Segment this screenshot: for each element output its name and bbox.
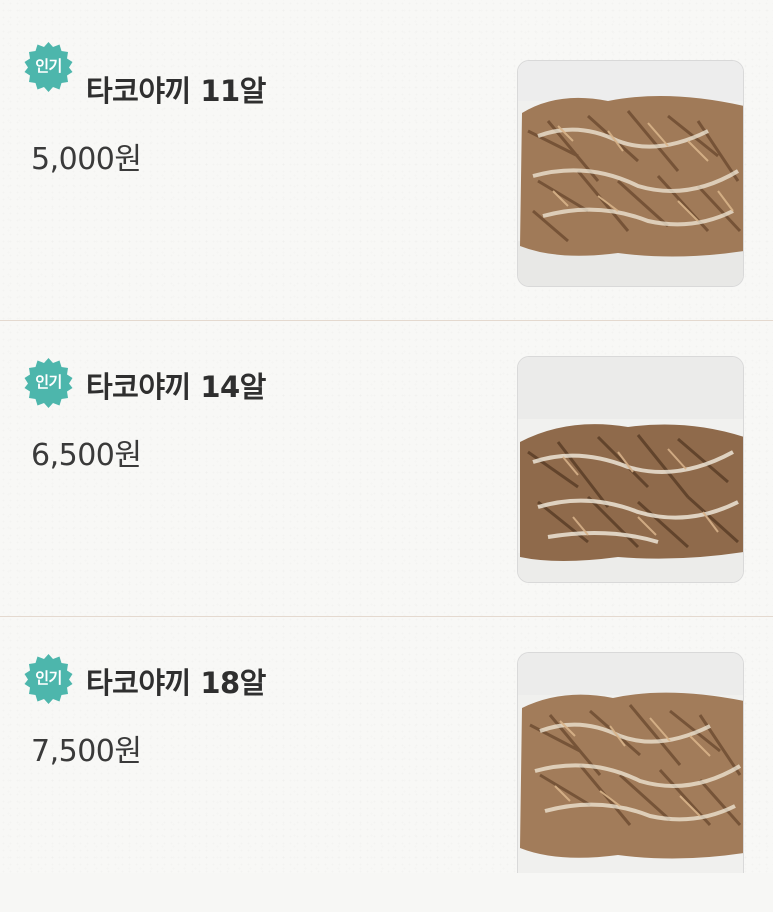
menu-item[interactable]: 인기 타코야끼 14알 6,500원: [0, 320, 773, 616]
takoyaki-photo[interactable]: [517, 60, 744, 287]
menu-list: 인기 타코야끼 11알 5,000원 인기 타코야끼 14알 6,500원 인기…: [0, 0, 773, 873]
popular-badge: 인기: [22, 40, 75, 93]
badge-label: 인기: [35, 57, 62, 75]
item-price: 5,000원: [31, 142, 142, 177]
menu-item[interactable]: 인기 타코야끼 11알 5,000원: [0, 24, 773, 320]
item-name: 타코야끼 14알: [86, 370, 266, 404]
takoyaki-photo[interactable]: [517, 356, 744, 583]
item-price: 6,500원: [31, 438, 142, 473]
popular-badge: 인기: [22, 652, 75, 705]
badge-label: 인기: [35, 669, 62, 687]
badge-label: 인기: [35, 373, 62, 391]
item-name: 타코야끼 11알: [86, 74, 266, 108]
menu-item[interactable]: 인기 타코야끼 18알 7,500원: [0, 616, 773, 912]
item-name: 타코야끼 18알: [86, 666, 266, 700]
takoyaki-photo[interactable]: [517, 652, 744, 873]
popular-badge: 인기: [22, 356, 75, 409]
item-price: 7,500원: [31, 734, 142, 769]
